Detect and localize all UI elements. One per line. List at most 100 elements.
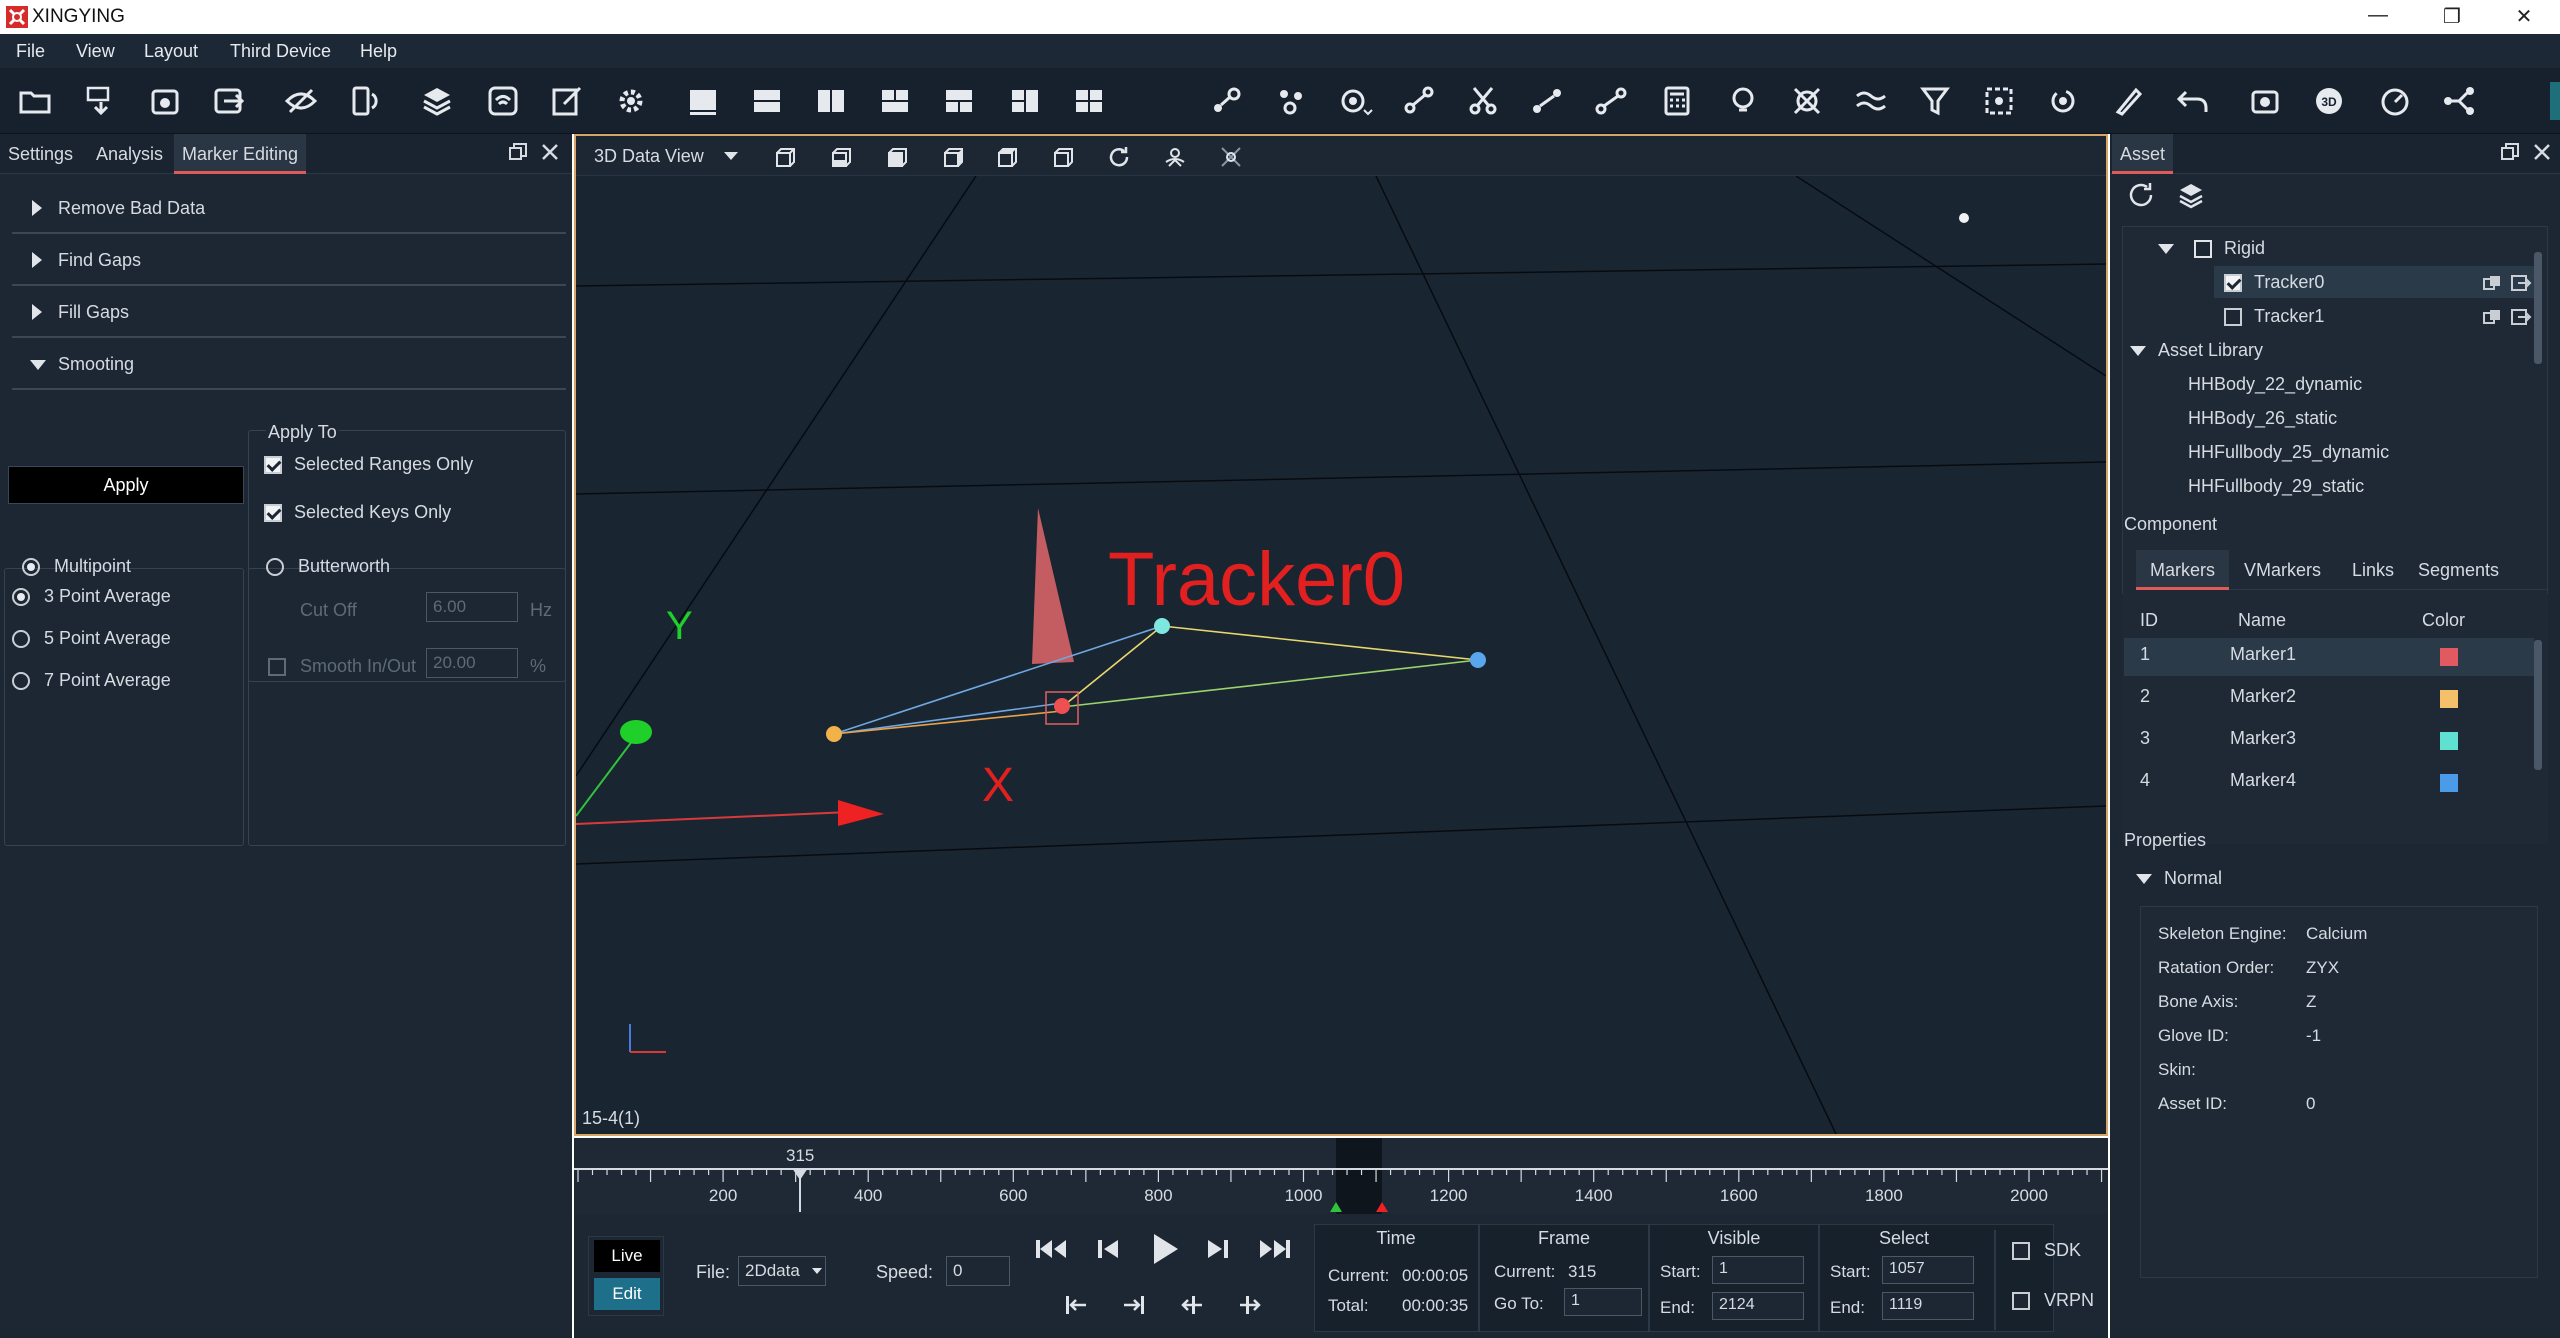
tab-marker-editing[interactable]: Marker Editing <box>174 134 307 174</box>
layout-left-split-icon[interactable] <box>1006 82 1044 120</box>
marker-color-swatch[interactable] <box>2440 774 2458 792</box>
rotate-target-icon[interactable] <box>2044 82 2082 120</box>
settings-gear-icon[interactable] <box>612 82 650 120</box>
next-key-icon[interactable] <box>1120 1292 1148 1318</box>
rigid-link-icon[interactable] <box>1400 82 1438 120</box>
connect-icon[interactable] <box>1528 82 1566 120</box>
apply-button[interactable]: Apply <box>8 466 244 504</box>
disconnect-icon[interactable] <box>1592 82 1630 120</box>
tab-analysis[interactable]: Analysis <box>88 134 171 174</box>
menu-file[interactable]: File <box>16 41 45 62</box>
menu-third-device[interactable]: Third Device <box>230 41 331 62</box>
butterworth-radio[interactable] <box>266 558 284 576</box>
minimize-button[interactable]: — <box>2358 4 2398 27</box>
refresh-icon[interactable] <box>2126 180 2156 210</box>
3d-viewport[interactable]: 3D Data View Tracker0 Y X 15-4(1) <box>574 134 2108 1136</box>
next-gap-icon[interactable] <box>1236 1292 1264 1318</box>
layout-quad-icon[interactable] <box>1070 82 1108 120</box>
3d-scene[interactable] <box>576 176 2106 1134</box>
open-folder-icon[interactable] <box>16 82 54 120</box>
play-icon[interactable] <box>1148 1230 1182 1268</box>
collapse-arrow-icon[interactable] <box>2158 244 2174 254</box>
dropdown-arrow-icon[interactable] <box>812 1268 822 1274</box>
layout-horizontal-icon[interactable] <box>748 82 786 120</box>
select-end-input[interactable]: 1119 <box>1882 1292 1974 1320</box>
camera-rig-icon[interactable] <box>1162 144 1188 170</box>
select-target-icon[interactable] <box>1980 82 2018 120</box>
tracker-dropdown-icon[interactable] <box>1336 82 1374 120</box>
section-remove-bad-data[interactable]: Remove Bad Data <box>12 184 566 234</box>
tracker0-export-icon[interactable] <box>2510 274 2532 292</box>
refresh-icon[interactable] <box>1106 144 1132 170</box>
gauge-icon[interactable] <box>2376 82 2414 120</box>
selected-ranges-checkbox[interactable] <box>264 456 282 474</box>
tree-library-item[interactable]: HHFullbody_25_dynamic <box>2188 442 2389 463</box>
step-back-icon[interactable] <box>1094 1234 1122 1264</box>
collapse-arrow-icon[interactable] <box>2130 346 2146 356</box>
layers-icon[interactable] <box>2176 180 2206 210</box>
marker-name[interactable]: Marker1 <box>2230 644 2296 665</box>
tree-library-item[interactable]: HHBody_26_static <box>2188 408 2337 429</box>
skip-to-start-icon[interactable] <box>1034 1234 1070 1264</box>
3d-view-icon[interactable]: 3D <box>2310 82 2348 120</box>
tab-vmarkers[interactable]: VMarkers <box>2234 550 2331 590</box>
tree-rigid[interactable]: Rigid <box>2224 238 2265 259</box>
layout-single-icon[interactable] <box>684 82 722 120</box>
skeleton-link-icon[interactable] <box>2440 82 2478 120</box>
marker-name[interactable]: Marker4 <box>2230 770 2296 791</box>
menu-help[interactable]: Help <box>360 41 397 62</box>
link-markers-icon[interactable] <box>1208 82 1246 120</box>
view-bottom-icon[interactable] <box>1050 144 1076 170</box>
smooth-in-out-checkbox[interactable] <box>268 658 286 676</box>
layers-icon[interactable] <box>418 82 456 120</box>
step-forward-icon[interactable] <box>1204 1234 1232 1264</box>
tab-segments[interactable]: Segments <box>2408 550 2509 590</box>
view-left-icon[interactable] <box>884 144 910 170</box>
edit-button[interactable]: Edit <box>594 1278 660 1310</box>
scissors-icon[interactable] <box>1464 82 1502 120</box>
tree-scrollbar[interactable] <box>2534 252 2542 364</box>
restore-button[interactable]: ❐ <box>2432 4 2472 29</box>
tree-library-item[interactable]: HHBody_22_dynamic <box>2188 374 2362 395</box>
tracker1-checkbox[interactable] <box>2224 308 2242 326</box>
close-panel-icon[interactable] <box>2532 142 2552 167</box>
device-sync-icon[interactable] <box>346 82 384 120</box>
cutoff-input[interactable]: 6.00 <box>426 592 518 622</box>
section-find-gaps[interactable]: Find Gaps <box>12 236 566 286</box>
section-fill-gaps[interactable]: Fill Gaps <box>12 288 566 338</box>
skip-to-end-icon[interactable] <box>1256 1234 1292 1264</box>
layout-vertical-icon[interactable] <box>812 82 850 120</box>
tree-library-item[interactable]: HHFullbody_29_static <box>2188 476 2364 497</box>
5-point-average-radio[interactable] <box>12 630 30 648</box>
save-camera-icon[interactable] <box>146 82 184 120</box>
tree-tracker1[interactable]: Tracker1 <box>2254 306 2324 327</box>
rigid-checkbox[interactable] <box>2194 240 2212 258</box>
visible-start-input[interactable]: 1 <box>1712 1256 1804 1284</box>
sdk-checkbox[interactable] <box>2012 1242 2030 1260</box>
filter-icon[interactable] <box>1916 82 1954 120</box>
tracker0-copy-icon[interactable] <box>2482 274 2504 292</box>
tab-links[interactable]: Links <box>2342 550 2404 590</box>
timeline-ruler[interactable]: 315 200 400 600 800 1000 1200 1400 1600 1800 2000 <box>574 1138 2108 1214</box>
float-panel-icon[interactable] <box>2500 142 2520 167</box>
bulb-icon[interactable] <box>1724 82 1762 120</box>
markers-toggle-icon[interactable] <box>1218 144 1244 170</box>
close-panel-icon[interactable] <box>540 142 560 162</box>
menu-layout[interactable]: Layout <box>144 41 198 62</box>
tab-settings[interactable]: Settings <box>0 134 81 174</box>
view-mode-dropdown[interactable]: 3D Data View <box>594 146 704 167</box>
dropdown-arrow-icon[interactable] <box>724 152 738 160</box>
prev-key-icon[interactable] <box>1062 1292 1090 1318</box>
calculator-icon[interactable] <box>1658 82 1696 120</box>
camera-sync-icon[interactable] <box>2246 82 2284 120</box>
marker-name[interactable]: Marker2 <box>2230 686 2296 707</box>
layout-bottom-split-icon[interactable] <box>940 82 978 120</box>
speed-input[interactable]: 0 <box>946 1256 1010 1286</box>
marker-color-swatch[interactable] <box>2440 648 2458 666</box>
visible-end-input[interactable]: 2124 <box>1712 1292 1804 1320</box>
marker-group-icon[interactable] <box>1272 82 1310 120</box>
range-handles-icon[interactable] <box>1330 1202 1390 1214</box>
undo-icon[interactable] <box>2174 82 2212 120</box>
frame-goto-input[interactable]: 1 <box>1564 1288 1642 1316</box>
close-window-button[interactable]: ✕ <box>2504 4 2544 29</box>
